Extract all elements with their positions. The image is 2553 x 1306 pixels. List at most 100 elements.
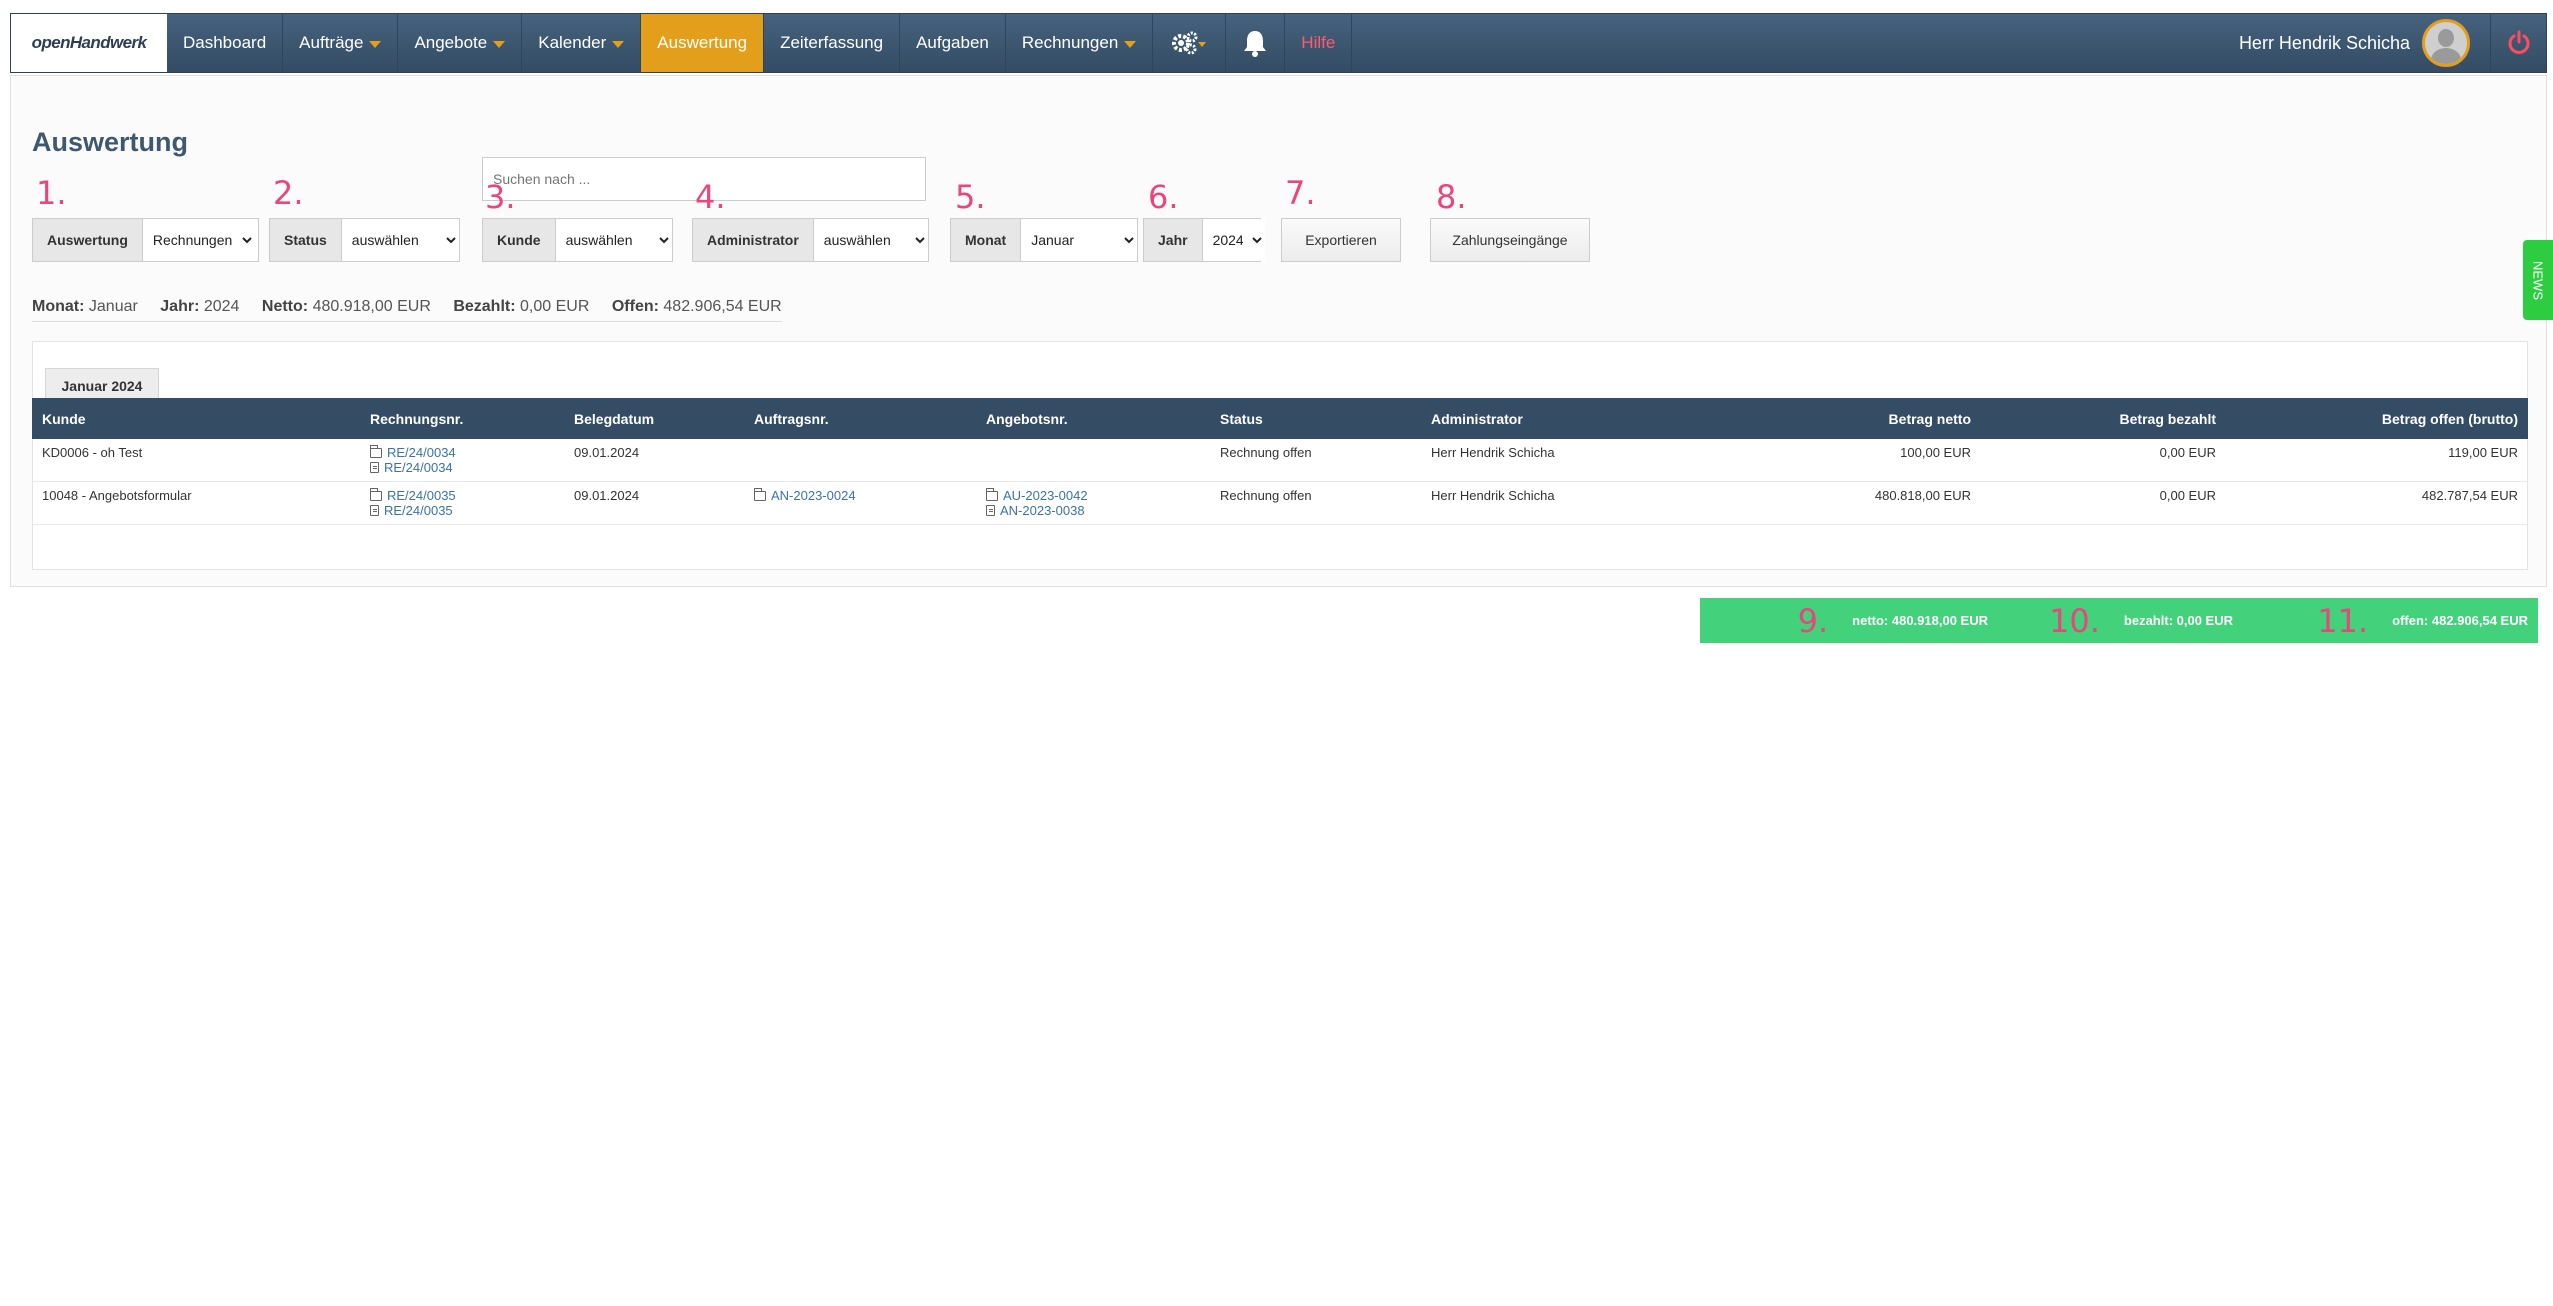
- marker-10: 10.: [2049, 601, 2100, 640]
- invoice-pdf-label: RE/24/0035: [384, 503, 453, 518]
- avatar[interactable]: [2422, 19, 2470, 67]
- cell-auftragsnr: [744, 439, 976, 482]
- kunde-select[interactable]: auswählen: [555, 219, 672, 261]
- auswertung-select[interactable]: Rechnungen: [142, 219, 255, 261]
- folder-icon: [370, 444, 382, 458]
- kunde-label: Kunde: [483, 219, 556, 261]
- document-icon: [370, 505, 379, 516]
- nav-auswertung[interactable]: Auswertung: [641, 14, 765, 72]
- summary-offen-label: Offen:: [611, 298, 659, 315]
- nav-auswertung-label: Auswertung: [657, 33, 748, 52]
- app-logo[interactable]: openHandwerk: [11, 14, 167, 72]
- caret-down-icon: [493, 41, 506, 48]
- logout-button[interactable]: [2490, 14, 2546, 72]
- jahr-select[interactable]: 2024: [1202, 219, 1265, 261]
- nav-settings[interactable]: [1153, 14, 1227, 72]
- nav-aufgaben[interactable]: Aufgaben: [900, 14, 1006, 72]
- col-betrag-offen[interactable]: Betrag offen (brutto): [2226, 398, 2528, 439]
- nav-kalender[interactable]: Kalender: [522, 14, 642, 72]
- invoice-pdf-link[interactable]: RE/24/0034: [370, 460, 554, 475]
- col-auftragsnr[interactable]: Auftragsnr.: [744, 398, 976, 439]
- export-button[interactable]: Exportieren: [1281, 218, 1401, 262]
- marker-3: 3.: [485, 178, 516, 216]
- invoice-pdf-link[interactable]: RE/24/0035: [370, 503, 554, 518]
- summary-netto: 480.918,00 EUR: [312, 298, 431, 315]
- page-title: Auswertung: [32, 127, 189, 157]
- col-rechnungsnr[interactable]: Rechnungsnr.: [360, 398, 564, 439]
- cell-rechnungsnr: RE/24/0034 RE/24/0034: [360, 439, 564, 482]
- nav-rechnungen-label: Rechnungen: [1021, 33, 1119, 52]
- summary-bezahlt: 0,00 EUR: [520, 298, 590, 315]
- col-betrag-netto[interactable]: Betrag netto: [1691, 398, 1981, 439]
- invoice-folder-label: RE/24/0035: [387, 488, 456, 503]
- cell-status: Rechnung offen: [1220, 445, 1312, 460]
- marker-6: 6.: [1148, 178, 1179, 216]
- total-netto: 9. netto: 480.918,00 EUR: [1798, 598, 1988, 643]
- summary-monat-label: Monat:: [32, 298, 85, 315]
- invoice-folder-label: RE/24/0034: [387, 445, 456, 460]
- invoice-folder-link[interactable]: RE/24/0035: [370, 487, 554, 503]
- gears-icon: [1172, 31, 1207, 55]
- status-filter: Status auswählen: [269, 218, 460, 262]
- folder-icon: [754, 487, 766, 501]
- col-administrator[interactable]: Administrator: [1421, 398, 1691, 439]
- col-angebotsnr[interactable]: Angebotsnr.: [976, 398, 1210, 439]
- cell-angebotsnr: [976, 439, 1210, 482]
- total-bezahlt-value: bezahlt: 0,00 EUR: [2123, 613, 2233, 628]
- order-folder-link[interactable]: AN-2023-0024: [754, 487, 966, 503]
- cell-rechnungsnr: RE/24/0035 RE/24/0035: [360, 482, 564, 525]
- totals-bar: 9. netto: 480.918,00 EUR 10. bezahlt: 0,…: [1700, 598, 2538, 643]
- nav-auftraege[interactable]: Aufträge: [283, 14, 399, 72]
- offer-folder-label: AU-2023-0042: [1003, 488, 1088, 503]
- nav-notifications[interactable]: [1226, 14, 1286, 72]
- results-table: Kunde Rechnungsnr. Belegdatum Auftragsnr…: [32, 398, 2528, 525]
- order-folder-label: AN-2023-0024: [771, 488, 856, 503]
- nav-hilfe[interactable]: Hilfe: [1285, 14, 1353, 72]
- status-select[interactable]: auswählen: [341, 219, 459, 261]
- col-belegdatum[interactable]: Belegdatum: [564, 398, 744, 439]
- nav-auftraege-label: Aufträge: [299, 33, 364, 52]
- folder-icon: [370, 487, 382, 501]
- nav-angebote-label: Angebote: [414, 33, 488, 52]
- summary-bezahlt-label: Bezahlt:: [453, 298, 516, 315]
- auswertung-label: Auswertung: [33, 219, 143, 261]
- administrator-select[interactable]: auswählen: [813, 219, 928, 261]
- main-panel: Auswertung 1. Auswertung Rechnungen 2. S…: [10, 75, 2547, 643]
- cell-betrag-offen: 482.787,54 EUR: [2421, 488, 2518, 503]
- auswertung-filter: Auswertung Rechnungen: [32, 218, 259, 262]
- total-offen-value: offen: 482.906,54 EUR: [2392, 613, 2528, 628]
- news-tab[interactable]: NEWS: [2523, 240, 2553, 320]
- col-kunde[interactable]: Kunde: [32, 398, 360, 439]
- nav-dashboard-label: Dashboard: [183, 33, 267, 52]
- user-name[interactable]: Herr Hendrik Schicha: [2239, 33, 2410, 54]
- nav-angebote[interactable]: Angebote: [398, 14, 523, 72]
- summary-monat: Januar: [88, 298, 138, 315]
- cell-administrator: Herr Hendrik Schicha: [1431, 445, 1555, 460]
- document-icon: [986, 505, 995, 516]
- nav-rechnungen[interactable]: Rechnungen: [1006, 14, 1154, 72]
- offer-pdf-link[interactable]: AN-2023-0038: [986, 503, 1200, 518]
- col-betrag-bezahlt[interactable]: Betrag bezahlt: [1981, 398, 2226, 439]
- nav-dashboard[interactable]: Dashboard: [167, 14, 284, 72]
- cell-angebotsnr: AU-2023-0042 AN-2023-0038: [976, 482, 1210, 525]
- col-status[interactable]: Status: [1210, 398, 1421, 439]
- cell-belegdatum: 09.01.2024: [574, 488, 640, 503]
- payments-button[interactable]: Zahlungseingänge: [1430, 218, 1590, 262]
- total-netto-value: netto: 480.918,00 EUR: [1852, 613, 1988, 628]
- offer-folder-link[interactable]: AU-2023-0042: [986, 487, 1200, 503]
- cell-status: Rechnung offen: [1220, 488, 1312, 503]
- jahr-filter: Jahr 2024: [1143, 218, 1265, 262]
- jahr-label: Jahr: [1144, 219, 1203, 261]
- cell-auftragsnr: AN-2023-0024: [744, 482, 976, 525]
- marker-4: 4.: [695, 178, 726, 216]
- administrator-filter: Administrator auswählen: [692, 218, 929, 262]
- nav-zeiterfassung[interactable]: Zeiterfassung: [764, 14, 901, 72]
- summary-netto-label: Netto:: [261, 298, 309, 315]
- caret-down-icon: [369, 41, 382, 48]
- invoice-folder-link[interactable]: RE/24/0034: [370, 444, 554, 460]
- cell-kunde: KD0006 - oh Test: [42, 445, 143, 460]
- status-label: Status: [270, 219, 342, 261]
- marker-7: 7.: [1285, 174, 1316, 212]
- monat-select[interactable]: Januar: [1021, 219, 1137, 261]
- total-offen: 11. offen: 482.906,54 EUR: [2317, 598, 2528, 643]
